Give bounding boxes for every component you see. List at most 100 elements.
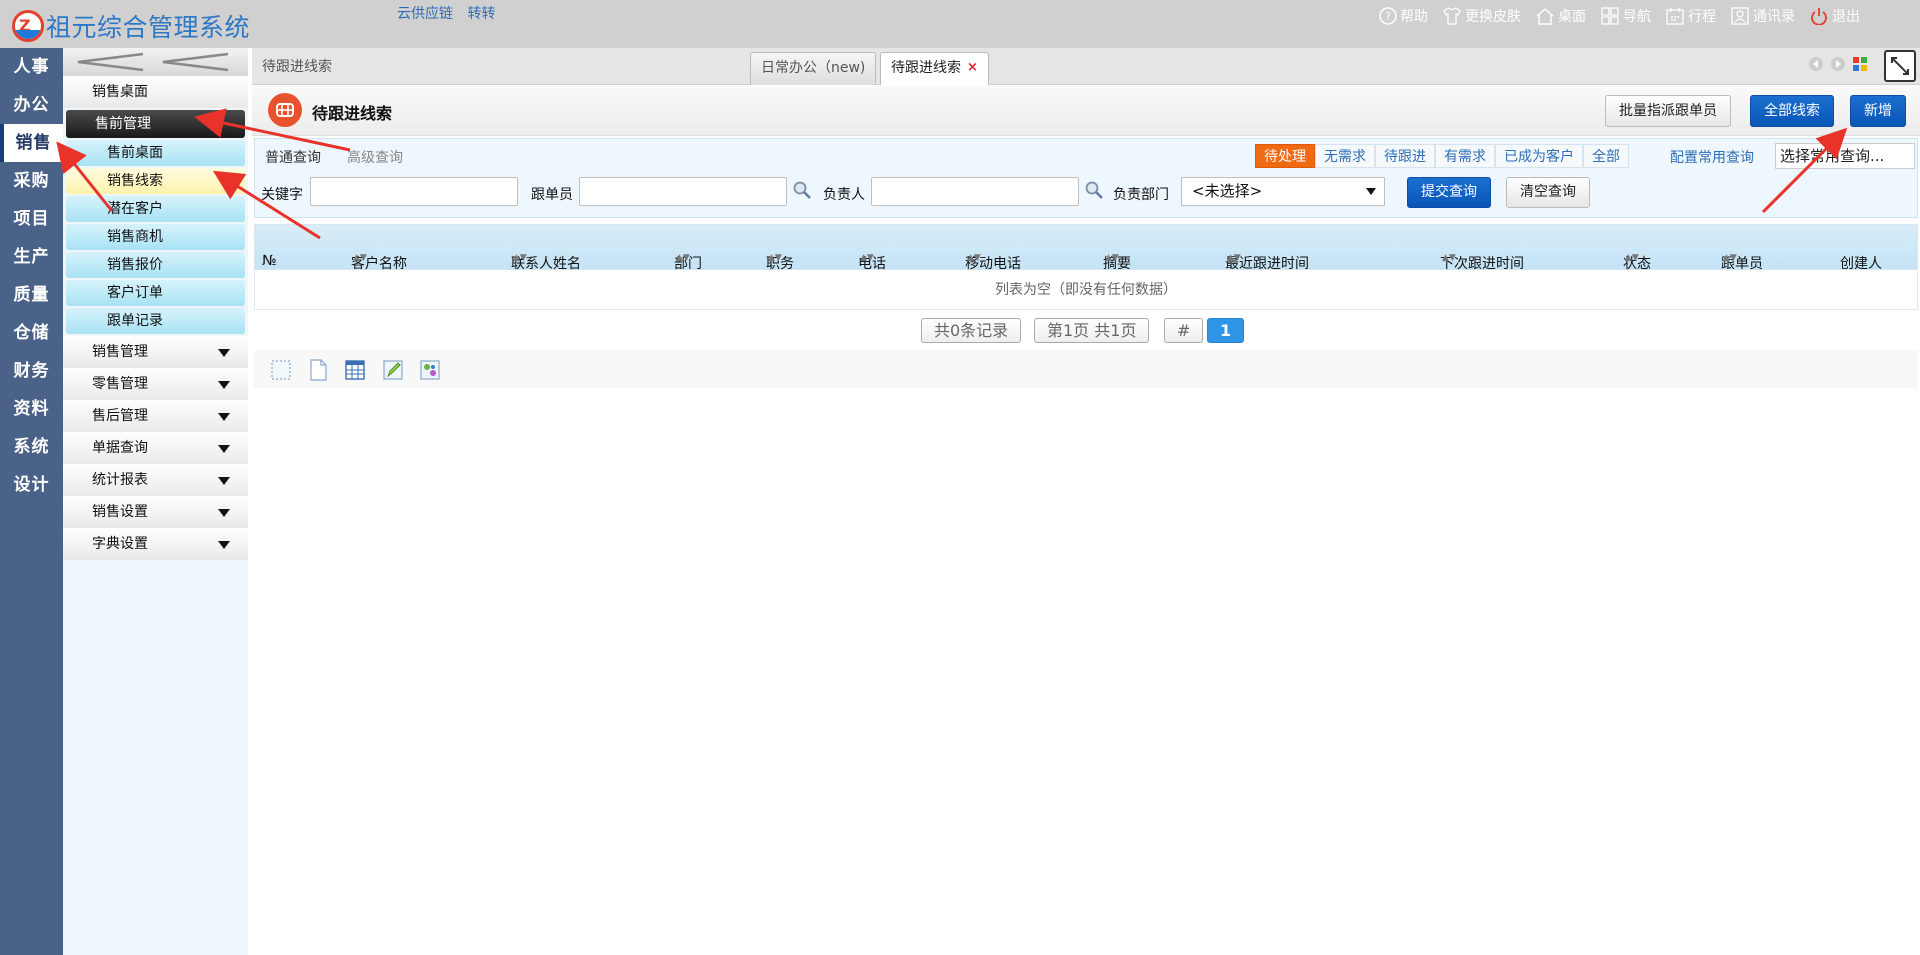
configure-saved-query-link[interactable]: 配置常用查询 bbox=[1670, 147, 1754, 167]
app-logo: Z 祖元综合管理系统 bbox=[12, 8, 250, 44]
caret-down-icon bbox=[218, 413, 230, 421]
caret-down-icon bbox=[218, 349, 230, 357]
sidebar-group-aftersales[interactable]: 售后管理 bbox=[63, 400, 248, 432]
module-system[interactable]: 系统 bbox=[0, 428, 63, 466]
help-button[interactable]: ? 帮助 bbox=[1379, 6, 1428, 26]
settings-puzzle-icon[interactable] bbox=[419, 358, 441, 382]
sidebar-group-sales-settings[interactable]: 销售设置 bbox=[63, 496, 248, 528]
clear-query-button[interactable]: 清空查询 bbox=[1506, 177, 1590, 208]
filter-no-demand[interactable]: 无需求 bbox=[1315, 144, 1375, 168]
sort-icon: ▲▼ bbox=[353, 253, 367, 263]
top-link-transfer[interactable]: 转转 bbox=[467, 6, 495, 22]
tab-normal-query[interactable]: 普通查询 bbox=[265, 147, 321, 167]
batch-assign-button[interactable]: 批量指派跟单员 bbox=[1605, 95, 1731, 127]
module-hr[interactable]: 人事 bbox=[0, 48, 63, 86]
sort-icon: ▲▼ bbox=[676, 253, 690, 263]
keyword-input[interactable] bbox=[310, 177, 518, 206]
sidebar-group-reports[interactable]: 统计报表 bbox=[63, 464, 248, 496]
module-production[interactable]: 生产 bbox=[0, 238, 63, 276]
table-icon[interactable] bbox=[344, 358, 366, 382]
sidebar-sub-orders[interactable]: 客户订单 bbox=[66, 280, 245, 306]
owner-input[interactable] bbox=[871, 177, 1079, 206]
sidebar-group-sales-mgmt[interactable]: 销售管理 bbox=[63, 336, 248, 368]
edit-pencil-icon[interactable] bbox=[382, 358, 404, 382]
fullscreen-button[interactable] bbox=[1884, 50, 1916, 82]
search-icon[interactable] bbox=[792, 180, 812, 200]
module-project[interactable]: 项目 bbox=[0, 200, 63, 238]
grid-empty-message: 列表为空（即没有任何数据） bbox=[254, 270, 1918, 310]
power-icon bbox=[1811, 8, 1827, 25]
page-info: 第1页 共1页 bbox=[1034, 318, 1150, 343]
module-finance[interactable]: 财务 bbox=[0, 352, 63, 390]
sidebar-group-presales[interactable]: 售前管理 bbox=[66, 110, 245, 138]
contacts-icon bbox=[1731, 7, 1749, 25]
caret-down-icon bbox=[218, 381, 230, 389]
logout-button[interactable]: 退出 bbox=[1809, 6, 1860, 26]
follower-input[interactable] bbox=[579, 177, 787, 206]
expand-icon bbox=[1891, 57, 1909, 75]
owner-label: 负责人 bbox=[823, 187, 865, 203]
module-sales[interactable]: 销售 bbox=[0, 124, 63, 162]
sidebar-collapse-button[interactable] bbox=[63, 48, 248, 76]
sidebar-group-doc-query[interactable]: 单据查询 bbox=[63, 432, 248, 464]
tab-pending-leads[interactable]: 待跟进线索 × bbox=[880, 52, 989, 85]
filter-all[interactable]: 全部 bbox=[1583, 144, 1629, 168]
sidebar-sub-follow-records[interactable]: 跟单记录 bbox=[66, 308, 245, 334]
home-icon bbox=[1536, 8, 1554, 25]
app-title: 祖元综合管理系统 bbox=[46, 13, 251, 42]
sort-icon: ▲▼ bbox=[1227, 253, 1241, 263]
filter-has-demand[interactable]: 有需求 bbox=[1435, 144, 1495, 168]
search-icon[interactable] bbox=[1084, 180, 1104, 200]
sidebar-sub-sales-leads[interactable]: 销售线索 bbox=[66, 168, 245, 194]
desktop-button[interactable]: 桌面 bbox=[1535, 6, 1586, 26]
sidebar-group-dictionary[interactable]: 字典设置 bbox=[63, 528, 248, 560]
tab-daily-office[interactable]: 日常办公（new) bbox=[750, 52, 877, 85]
saved-query-select[interactable]: 选择常用查询... bbox=[1775, 143, 1915, 169]
page-number-current[interactable]: 1 bbox=[1207, 318, 1245, 343]
tab-bar: 待跟进线索 日常办公（new) 待跟进线索 × bbox=[252, 48, 1920, 85]
calendar-icon bbox=[1666, 8, 1684, 25]
sidebar-item-sales-desktop[interactable]: 销售桌面 bbox=[63, 76, 248, 108]
all-leads-button[interactable]: 全部线索 bbox=[1750, 95, 1834, 127]
caret-down-icon bbox=[218, 509, 230, 517]
select-area-icon[interactable] bbox=[270, 358, 292, 382]
tab-advanced-query[interactable]: 高级查询 bbox=[347, 147, 403, 167]
filter-became-customer[interactable]: 已成为客户 bbox=[1495, 144, 1583, 168]
filter-to-follow[interactable]: 待跟进 bbox=[1375, 144, 1435, 168]
add-new-button[interactable]: 新增 bbox=[1850, 95, 1906, 127]
navigation-button[interactable]: 导航 bbox=[1600, 6, 1651, 26]
scroll-right-icon[interactable] bbox=[1830, 56, 1846, 72]
pagination: 共0条记录 第1页 共1页 # 1 bbox=[252, 318, 1916, 348]
schedule-button[interactable]: 行程 bbox=[1665, 6, 1716, 26]
query-panel: 普通查询 高级查询 待处理 无需求 待跟进 有需求 已成为客户 全部 配置常用查… bbox=[254, 138, 1918, 218]
module-warehouse[interactable]: 仓储 bbox=[0, 314, 63, 352]
page-jump-button[interactable]: # bbox=[1164, 318, 1204, 343]
windows-icon[interactable] bbox=[1852, 56, 1868, 72]
module-office[interactable]: 办公 bbox=[0, 86, 63, 124]
submit-query-button[interactable]: 提交查询 bbox=[1407, 177, 1491, 208]
document-icon[interactable] bbox=[307, 358, 329, 382]
sidebar-group-retail-mgmt[interactable]: 零售管理 bbox=[63, 368, 248, 400]
change-skin-button[interactable]: 更换皮肤 bbox=[1442, 6, 1521, 26]
module-purchase[interactable]: 采购 bbox=[0, 162, 63, 200]
module-materials[interactable]: 资料 bbox=[0, 390, 63, 428]
department-select[interactable]: <未选择> bbox=[1181, 177, 1385, 206]
scroll-left-icon[interactable] bbox=[1808, 56, 1824, 72]
close-tab-icon[interactable]: × bbox=[967, 60, 978, 75]
sidebar-sub-potential-customers[interactable]: 潜在客户 bbox=[66, 196, 245, 222]
module-quality[interactable]: 质量 bbox=[0, 276, 63, 314]
shirt-icon bbox=[1443, 7, 1461, 25]
chevron-down-icon bbox=[1366, 188, 1376, 195]
sidebar-sub-opportunities[interactable]: 销售商机 bbox=[66, 224, 245, 250]
top-link-cloud-supply[interactable]: 云供应链 bbox=[397, 6, 453, 22]
logo-mark-icon: Z bbox=[12, 10, 44, 42]
record-count: 共0条记录 bbox=[921, 318, 1022, 343]
module-design[interactable]: 设计 bbox=[0, 466, 63, 504]
help-icon: ? bbox=[1379, 7, 1397, 25]
sidebar-sub-presales-desktop[interactable]: 售前桌面 bbox=[66, 140, 245, 166]
filter-pending[interactable]: 待处理 bbox=[1255, 144, 1315, 168]
sidebar-sub-quotes[interactable]: 销售报价 bbox=[66, 252, 245, 278]
top-links: 云供应链 转转 bbox=[397, 3, 505, 23]
contacts-button[interactable]: 通讯录 bbox=[1730, 6, 1795, 26]
sort-icon: ▲▼ bbox=[860, 253, 874, 263]
